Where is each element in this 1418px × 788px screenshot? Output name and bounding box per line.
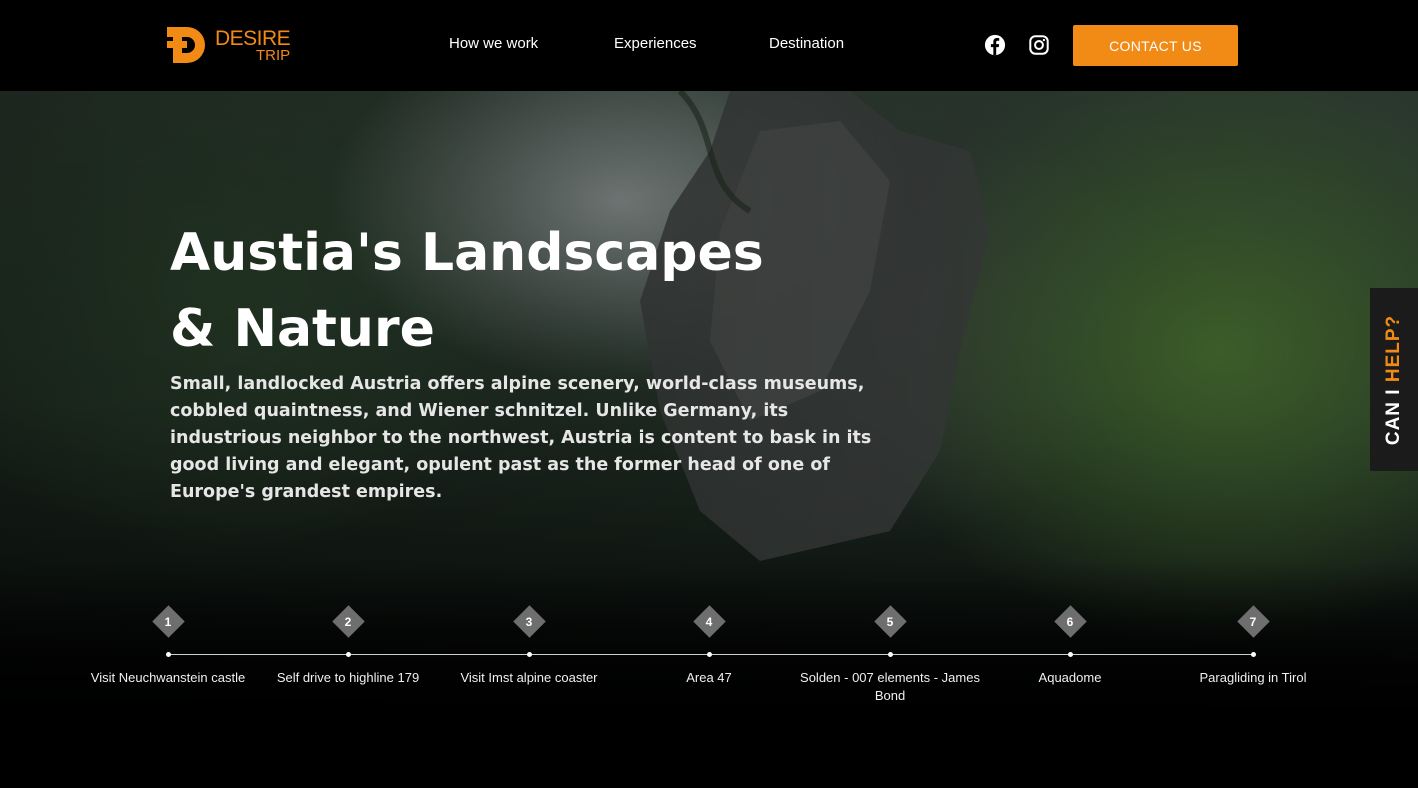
contact-us-button[interactable]: CONTACT US (1073, 25, 1238, 66)
hero-title-line1: Austia's Landscapes (170, 223, 764, 283)
step-dot (166, 652, 171, 657)
step-label: Visit Imst alpine coaster (460, 670, 598, 685)
step-number: 3 (525, 615, 533, 629)
step-label: Solden - 007 elements - James Bond (800, 670, 980, 703)
step-dot (888, 652, 893, 657)
hero-title: Austia's Landscapes & Nature (170, 215, 890, 367)
step-number: 1 (164, 615, 172, 629)
help-tab[interactable]: CAN I HELP? (1370, 288, 1418, 471)
step-number: 4 (705, 615, 713, 629)
step-dot (527, 652, 532, 657)
step-dot (1251, 652, 1256, 657)
help-tab-label: CAN I HELP? (1383, 314, 1405, 444)
facebook-icon[interactable] (984, 34, 1006, 56)
instagram-icon[interactable] (1028, 34, 1050, 56)
step-label: Aquadome (1038, 670, 1102, 685)
step-label: Self drive to highline 179 (276, 670, 420, 685)
step-label: Area 47 (686, 670, 732, 685)
nav-how-we-work[interactable]: How we work (449, 35, 538, 52)
step-label: Visit Neuchwanstein castle (90, 670, 246, 685)
step-dot (707, 652, 712, 657)
step-number: 7 (1249, 615, 1257, 629)
hero-section: Austia's Landscapes & Nature Small, land… (0, 91, 1418, 788)
step-number: 2 (344, 615, 352, 629)
help-tab-text-white: CAN I (1383, 381, 1404, 445)
step-number: 5 (886, 615, 894, 629)
step-dot (346, 652, 351, 657)
hero-title-line2: & Nature (170, 299, 435, 359)
step-number: 6 (1066, 615, 1074, 629)
site-header: DESIRE TRIP How we work Experiences Dest… (0, 0, 1418, 91)
step-dot (1068, 652, 1073, 657)
help-tab-text-orange: HELP? (1383, 314, 1404, 382)
nav-destination[interactable]: Destination (769, 35, 844, 52)
hero-description: Small, landlocked Austria offers alpine … (170, 374, 872, 502)
nav-experiences[interactable]: Experiences (614, 35, 697, 52)
step-label: Paragliding in Tirol (1199, 670, 1307, 685)
